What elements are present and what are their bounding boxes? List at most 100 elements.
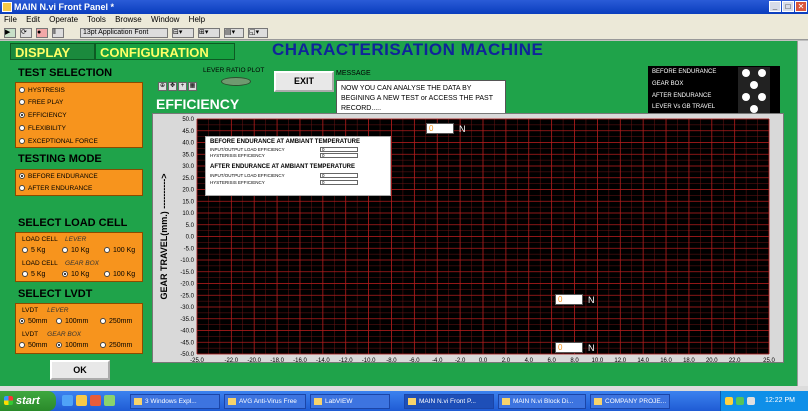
radio-icon [19, 99, 25, 106]
tab-display[interactable]: DISPLAY [10, 43, 95, 60]
reorder-icon[interactable]: ▤▾ [224, 28, 244, 38]
page-title: CHARACTERISATION MACHINE [272, 40, 544, 59]
quick-launch-app-icon[interactable] [104, 395, 115, 406]
menu-tools[interactable]: Tools [87, 15, 106, 24]
tray-antivirus-icon[interactable] [736, 397, 744, 405]
force-value-field-2[interactable]: 0 [555, 294, 583, 305]
legend-swatch-gear-box [750, 81, 758, 89]
pause-icon[interactable]: ‖ [52, 28, 64, 38]
menu-help[interactable]: Help [189, 15, 205, 24]
minimize-button[interactable]: _ [769, 1, 781, 12]
testing-mode-group: BEFORE ENDURANCE AFTER ENDURANCE [15, 169, 143, 196]
x-tick-label: 6.0 [547, 358, 556, 364]
task-avg-antivirus[interactable]: AVG Anti-Virus Free [224, 394, 306, 409]
exit-button[interactable]: EXIT [274, 71, 334, 92]
y-tick-label: 15.0 [182, 199, 194, 205]
test-selection-heading: TEST SELECTION [18, 67, 113, 79]
quick-launch-media-icon[interactable] [90, 395, 101, 406]
graph-cursor-icon[interactable]: + [178, 82, 187, 91]
x-tick-label: -4.0 [432, 358, 443, 364]
menu-window[interactable]: Window [151, 15, 179, 24]
lvdt-gearbox-50mm-option[interactable]: 50mm [19, 342, 47, 349]
lvdt-lever-50mm-option[interactable]: 50mm [19, 318, 47, 325]
test-option-efficiency[interactable]: EFFICIENCY [19, 111, 67, 121]
graph-scale-icon[interactable]: ▦ [188, 82, 197, 91]
task-labview[interactable]: LabVIEW [310, 394, 390, 409]
radio-icon [104, 271, 110, 278]
y-tick-label: 35.0 [182, 152, 194, 158]
tab-configuration[interactable]: CONFIGURATION [95, 43, 235, 60]
load-cell-group: LOAD CELL LEVER 5 Kg 10 Kg 100 Kg LOAD C… [15, 232, 143, 282]
quick-launch-ie-icon[interactable] [62, 395, 73, 406]
force-value-field-3[interactable]: 0 [555, 342, 583, 353]
font-selector-dropdown[interactable]: 13pt Application Font [80, 28, 168, 38]
task-main-front-panel[interactable]: MAIN N.vi Front P... [404, 394, 494, 409]
message-box: NOW YOU CAN ANALYSE THE DATA BY BEGINING… [336, 80, 506, 116]
lever-10kg-option[interactable]: 10 Kg [62, 247, 89, 254]
load-cell-lever-label: LOAD CELL LEVER [22, 236, 87, 243]
gearbox-5kg-option[interactable]: 5 Kg [22, 271, 45, 278]
run-arrow-icon[interactable]: ▶ [4, 28, 16, 38]
force-value-field-1[interactable]: 0 [426, 123, 454, 134]
ok-button[interactable]: OK [50, 360, 110, 380]
gearbox-10kg-option[interactable]: 10 Kg [62, 271, 89, 278]
test-option-exceptional-force[interactable]: EXCEPTIONAL FORCE [19, 137, 98, 147]
test-selection-group: HYSTRESIS FREE PLAY EFFICIENCY FLEXIBILI… [15, 82, 143, 148]
lever-5kg-option[interactable]: 5 Kg [22, 247, 45, 254]
menu-file[interactable]: File [4, 15, 17, 24]
tray-volume-icon[interactable] [747, 397, 755, 405]
lever-100kg-option[interactable]: 100 Kg [104, 247, 135, 254]
force-unit-1: N [459, 124, 466, 134]
window-title: MAIN N.vi Front Panel * [14, 2, 115, 12]
x-tick-label: 14.0 [637, 358, 649, 364]
abort-icon[interactable]: ● [36, 28, 48, 38]
task-company-project[interactable]: COMPANY PROJE... [590, 394, 670, 409]
load-cell-heading: SELECT LOAD CELL [18, 217, 128, 229]
run-continuous-icon[interactable]: ⟳ [20, 28, 32, 38]
legend-swatch-after-endurance-2 [758, 93, 766, 101]
x-tick-label: -16.0 [293, 358, 307, 364]
graph-pan-icon[interactable]: ✥ [168, 82, 177, 91]
quick-launch-folder-icon[interactable] [76, 395, 87, 406]
menu-operate[interactable]: Operate [49, 15, 78, 24]
menu-edit[interactable]: Edit [26, 15, 40, 24]
vertical-scrollbar[interactable] [797, 41, 808, 386]
before-io-efficiency-value: 0 [320, 147, 358, 152]
mode-option-before-endurance[interactable]: BEFORE ENDURANCE [19, 172, 98, 182]
y-tick-label: -25.0 [180, 293, 194, 299]
task-main-block-diagram[interactable]: MAIN N.vi Block Di... [498, 394, 586, 409]
lvdt-lever-100mm-option[interactable]: 100mm [56, 318, 88, 325]
before-hysteresis-efficiency-value: 0 [320, 153, 358, 158]
legend-after-endurance: AFTER ENDURANCE [652, 93, 712, 99]
radio-icon [19, 138, 25, 145]
legend-swatch-after-endurance [742, 93, 750, 101]
lever-ratio-plot-toggle[interactable] [221, 77, 251, 86]
align-objects-icon[interactable]: ⊟▾ [172, 28, 194, 38]
before-hysteresis-efficiency-label: HYSTERISIS EFFICIENCY [210, 153, 265, 158]
gearbox-100kg-option[interactable]: 100 Kg [104, 271, 135, 278]
tray-network-icon[interactable] [725, 397, 733, 405]
lvdt-lever-250mm-option[interactable]: 250mm [100, 318, 132, 325]
x-tick-label: 20.0 [706, 358, 718, 364]
test-option-flexibility[interactable]: FLEXIBILITY [19, 124, 66, 134]
test-option-free-play[interactable]: FREE PLAY [19, 98, 63, 108]
mode-option-after-endurance[interactable]: AFTER ENDURANCE [19, 184, 92, 194]
close-button[interactable]: ✕ [795, 1, 807, 12]
radio-selected-icon [56, 342, 62, 349]
lvdt-gearbox-100mm-option[interactable]: 100mm [56, 342, 88, 349]
test-option-hystresis[interactable]: HYSTRESIS [19, 86, 65, 96]
menu-browse[interactable]: Browse [115, 15, 142, 24]
start-button[interactable]: start [0, 391, 56, 411]
y-tick-label: -40.0 [180, 329, 194, 335]
radio-icon [100, 318, 106, 325]
maximize-button[interactable]: □ [782, 1, 794, 12]
lever-ratio-plot-label: LEVER RATIO PLOT [203, 67, 265, 74]
task-windows-explorer[interactable]: 3 Windows Expl... [130, 394, 220, 409]
distribute-objects-icon[interactable]: ⊞▾ [198, 28, 220, 38]
graph-zoom-icon[interactable]: ⊕ [158, 82, 167, 91]
x-tick-label: 18.0 [683, 358, 695, 364]
radio-icon [19, 342, 25, 349]
message-label: MESSAGE [336, 70, 371, 77]
resize-objects-icon[interactable]: ◱▾ [248, 28, 268, 38]
lvdt-gearbox-250mm-option[interactable]: 250mm [100, 342, 132, 349]
